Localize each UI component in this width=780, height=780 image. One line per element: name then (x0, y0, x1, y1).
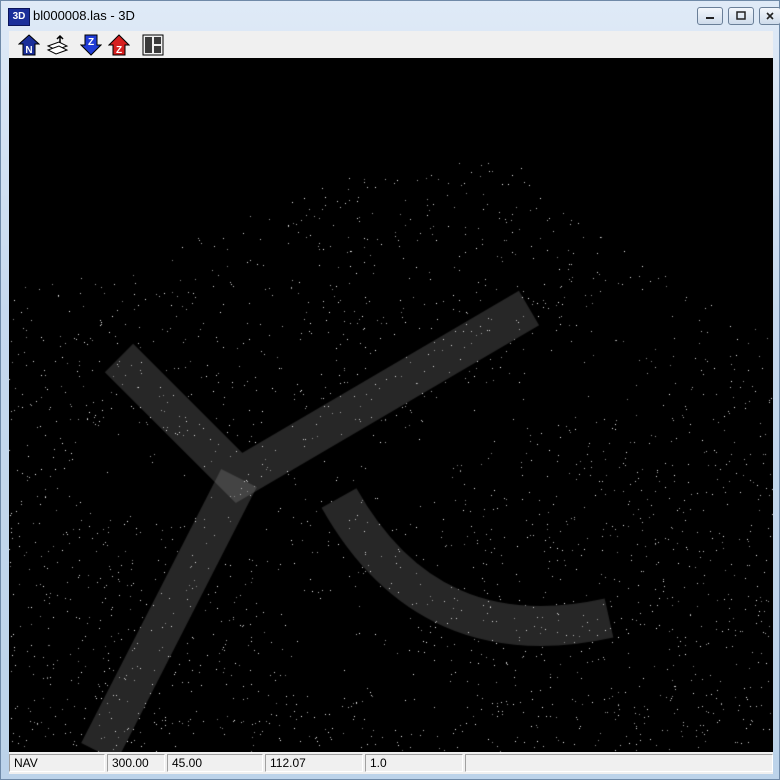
3d-point-cloud-viewport[interactable] (9, 58, 773, 752)
svg-text:Z: Z (88, 37, 94, 48)
z-up-arrow-icon: Z (108, 33, 130, 56)
status-value-2: 45.00 (167, 754, 263, 772)
status-bar: NAV 300.00 45.00 112.07 1.0 (9, 752, 773, 774)
app-window: 3D bl000008.las - 3D N Z Z NAV 300.00 45… (0, 0, 780, 780)
status-empty (465, 754, 773, 772)
maximize-icon (736, 11, 746, 20)
z-down-arrow-icon: Z (80, 34, 102, 56)
point-cloud-canvas[interactable] (9, 58, 773, 752)
app-3d-icon[interactable]: 3D (8, 8, 30, 26)
north-arrow-icon: N (18, 33, 40, 56)
window-title: bl000008.las - 3D (33, 8, 135, 23)
minimize-icon (706, 17, 714, 19)
title-bar[interactable]: 3D bl000008.las - 3D (1, 1, 780, 31)
close-button[interactable] (759, 7, 780, 25)
load-points-button[interactable] (45, 33, 69, 56)
maximize-button[interactable] (728, 7, 754, 25)
status-value-4: 1.0 (365, 754, 463, 772)
layers-load-icon (46, 34, 69, 55)
status-value-1: 300.00 (107, 754, 165, 772)
minimize-button[interactable] (697, 7, 723, 25)
svg-text:Z: Z (116, 45, 122, 56)
z-up-button[interactable]: Z (107, 33, 131, 56)
status-mode: NAV (9, 754, 105, 772)
toolbar: N Z Z (9, 31, 773, 58)
z-down-button[interactable]: Z (79, 33, 103, 56)
close-icon (766, 12, 774, 20)
svg-text:N: N (25, 45, 32, 56)
status-value-3: 112.07 (265, 754, 363, 772)
layout-button[interactable] (141, 33, 165, 56)
split-panels-icon (142, 34, 164, 55)
north-view-button[interactable]: N (17, 33, 41, 56)
